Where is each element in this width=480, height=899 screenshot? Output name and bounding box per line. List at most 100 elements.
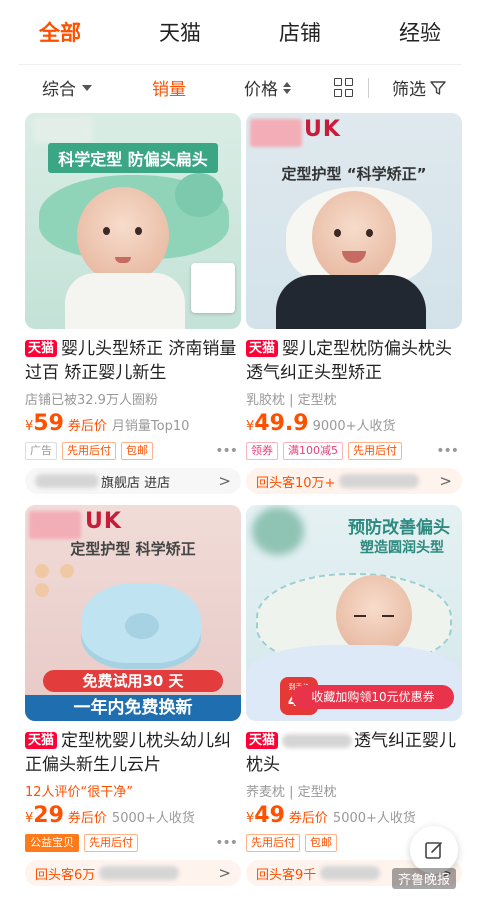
repeat-customer-label: 回头客9千 <box>256 867 317 883</box>
currency-symbol: ¥ <box>246 419 255 434</box>
product-image[interactable]: UK 定型护型 “科学矫正” <box>246 113 462 329</box>
tag-row: 领券 满100减5 先用后付 ••• <box>246 441 462 461</box>
currency-symbol: ¥ <box>25 419 34 434</box>
product-subtitle: 店铺已被32.9万人圈粉 <box>25 393 158 408</box>
store-link[interactable]: 旗舰店 进店 > <box>25 468 241 494</box>
product-card[interactable]: 科学定型 防偏头扁头 天猫 婴儿头型矫正 济南销量过百 矫正婴儿新生 店铺已被32… <box>25 113 241 494</box>
product-title[interactable]: 天猫 婴儿头型矫正 济南销量过百 矫正婴儿新生 <box>25 337 241 385</box>
price-label: 券后价 <box>288 811 328 826</box>
image-headline: 科学定型 防偏头扁头 <box>48 143 218 173</box>
product-price: 49 <box>254 803 285 828</box>
baby-body-shape <box>65 273 185 329</box>
review-highlight: 12人评价“很干净” <box>25 785 134 800</box>
tab-tmall[interactable]: 天猫 <box>120 0 240 64</box>
charity-tag: 公益宝贝 <box>25 834 79 852</box>
tab-store[interactable]: 店铺 <box>240 0 360 64</box>
discount-tag: 满100减5 <box>283 442 343 460</box>
blurred-text <box>282 734 353 748</box>
sort-sales-button[interactable]: 销量 <box>152 75 186 100</box>
tmall-badge: 天猫 <box>246 732 279 749</box>
free-shipping-tag: 包邮 <box>305 834 337 852</box>
product-card[interactable]: UK 定型护型 “科学矫正” 天猫 婴儿定型枕防偏头枕头透气纠正头型矫正 乳胶枕 … <box>246 113 462 494</box>
caret-down-icon <box>82 84 92 91</box>
watermark: 齐鲁晚报 <box>392 868 457 889</box>
blurred-logo <box>250 119 302 147</box>
blurred-logo <box>33 117 93 143</box>
product-price: 59 <box>33 411 64 436</box>
price-line: ¥ 59 券后价 月销量Top10 <box>25 411 241 436</box>
price-line: ¥ 49 券后价 5000+人收货 <box>246 803 462 828</box>
edit-icon <box>425 842 442 859</box>
sales-count: 9000+人收货 <box>312 419 396 434</box>
layout-toggle-button[interactable] <box>334 78 353 97</box>
edit-button[interactable] <box>410 826 458 874</box>
currency-symbol: ¥ <box>246 811 255 826</box>
divider <box>368 77 369 98</box>
currency-symbol: ¥ <box>25 811 34 826</box>
product-price: 49.9 <box>254 411 309 436</box>
repeat-customer-link[interactable]: 回头客10万+ > <box>246 468 462 494</box>
grid-icon <box>334 78 353 97</box>
tag-row: 广告 先用后付 包邮 ••• <box>25 441 241 461</box>
brand-logo: UK <box>304 117 341 142</box>
product-image[interactable]: 预防改善偏头 塑造圆润头型 到手价 49 收藏加购领10元优惠券 <box>246 505 462 721</box>
more-dots-icon[interactable]: ••• <box>215 443 238 459</box>
baby-face-image <box>312 191 396 283</box>
store-link-label: 旗舰店 进店 <box>101 475 171 491</box>
tag-row: 公益宝贝 先用后付 ••• <box>25 833 241 853</box>
sort-price-label: 价格 <box>244 80 278 100</box>
brand-logo: UK <box>85 509 122 534</box>
product-card[interactable]: UK 定型护型 科学矫正 免费试用30 天 一年内免费换新 天猫 定型枕婴儿枕头幼… <box>25 505 241 886</box>
pay-later-tag: 先用后付 <box>84 834 138 852</box>
repeat-customer-link[interactable]: 回头客6万 > <box>25 860 241 886</box>
product-image[interactable]: 科学定型 防偏头扁头 <box>25 113 241 329</box>
coupon-tag: 领券 <box>246 442 278 460</box>
sort-default-label: 综合 <box>42 80 76 100</box>
product-price: 29 <box>33 803 64 828</box>
product-image[interactable]: UK 定型护型 科学矫正 免费试用30 天 一年内免费换新 <box>25 505 241 721</box>
sort-sales-label: 销量 <box>152 80 186 100</box>
chevron-right-icon: > <box>218 864 231 882</box>
baby-face-image <box>77 187 169 283</box>
product-title[interactable]: 天猫 婴儿定型枕防偏头枕头透气纠正头型矫正 <box>246 337 462 385</box>
price-label: 券后价 <box>67 419 107 434</box>
filter-button[interactable]: 筛选 <box>392 75 446 100</box>
repeat-customer-label: 回头客10万+ <box>256 475 336 491</box>
blurred-logo <box>29 511 81 539</box>
blurred-store-name <box>35 474 99 488</box>
baby-head-icons <box>35 563 95 597</box>
sort-price-button[interactable]: 价格 <box>244 75 291 100</box>
free-trial-banner: 免费试用30 天 <box>43 670 223 692</box>
more-dots-icon[interactable]: ••• <box>436 443 459 459</box>
sort-updown-icon <box>283 81 291 94</box>
ad-tag: 广告 <box>25 442 57 460</box>
tab-all[interactable]: 全部 <box>0 0 120 64</box>
search-type-tabs: 全部 天猫 店铺 经验 <box>0 0 480 64</box>
repeat-customer-label: 回头客6万 <box>35 867 96 883</box>
product-subtitle: 荞麦枕 | 定型枕 <box>246 785 337 800</box>
blurred-text <box>320 866 381 880</box>
image-headline: 定型护型 “科学矫正” <box>281 165 427 183</box>
pay-later-tag: 先用后付 <box>348 442 402 460</box>
image-headline: 定型护型 科学矫正 <box>70 540 196 558</box>
price-label: 券后价 <box>67 811 107 826</box>
baby-body-shape <box>276 275 426 329</box>
funnel-icon <box>430 80 446 95</box>
sales-count: 月销量Top10 <box>111 419 190 434</box>
exchange-banner: 一年内免费换新 <box>25 695 241 721</box>
chevron-right-icon: > <box>218 472 231 490</box>
more-dots-icon[interactable]: ••• <box>215 835 238 851</box>
image-headline: 预防改善偏头 <box>348 518 450 538</box>
image-subheadline: 塑造圆润头型 <box>360 540 444 556</box>
product-title[interactable]: 天猫 定型枕婴儿枕头幼儿纠正偏头新生儿云片 <box>25 729 241 777</box>
product-box-shape <box>191 263 235 313</box>
sort-default-button[interactable]: 综合 <box>42 75 92 100</box>
price-line: ¥ 29 券后价 5000+人收货 <box>25 803 241 828</box>
pillow-hollow-shape <box>125 613 159 639</box>
tmall-badge: 天猫 <box>246 340 279 357</box>
baby-face-image <box>336 575 412 655</box>
sales-count: 5000+人收货 <box>111 811 195 826</box>
product-title[interactable]: 天猫 透气纠正婴儿枕头 <box>246 729 462 777</box>
pay-later-tag: 先用后付 <box>246 834 300 852</box>
tab-experience[interactable]: 经验 <box>360 0 480 64</box>
